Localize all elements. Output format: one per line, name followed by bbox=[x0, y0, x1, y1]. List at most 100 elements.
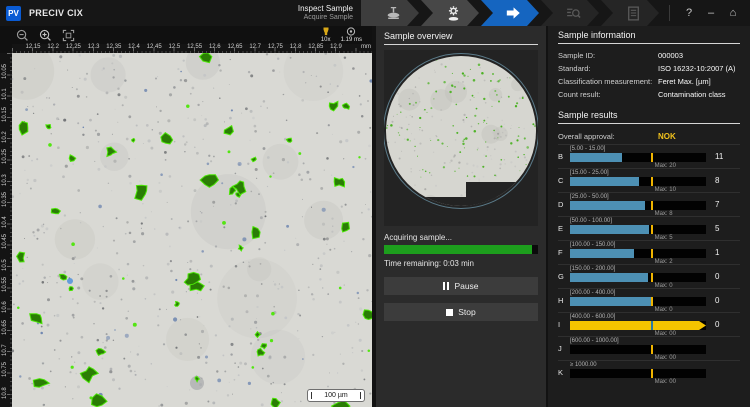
workflow-step-title: Inspect Sample bbox=[298, 4, 353, 13]
class-range-label: [400.00 - 600.00] bbox=[570, 314, 615, 320]
class-bar-zone: [600.00 - 1000.00]Max: 00 bbox=[570, 337, 706, 360]
class-count bbox=[706, 361, 740, 384]
acquisition-progress-fill bbox=[384, 245, 532, 254]
v-ruler-label: 10.1 bbox=[2, 89, 8, 101]
v-ruler-label: 10.6 bbox=[2, 302, 8, 314]
class-bar-track bbox=[570, 297, 706, 306]
class-letter: G bbox=[558, 265, 570, 288]
workflow-step-label: Inspect Sample Acquire Sample bbox=[298, 4, 353, 21]
pause-button[interactable]: Pause bbox=[384, 277, 538, 295]
info-row: Count result:Contamination class bbox=[558, 88, 740, 101]
class-bar-zone: [200.00 - 400.00]Max: 0 bbox=[570, 289, 706, 312]
h-ruler-label: 12.25 bbox=[66, 44, 81, 50]
h-ruler: mm 12.1512.212.2512.312.3512.412.4512.51… bbox=[12, 44, 372, 53]
info-label: Standard: bbox=[558, 64, 658, 73]
minimize-button[interactable]: – bbox=[702, 7, 720, 19]
app-logo: PV bbox=[6, 6, 21, 21]
class-bar-track bbox=[570, 177, 706, 186]
v-ruler-label: 10.65 bbox=[2, 320, 8, 335]
class-bar-track bbox=[570, 273, 706, 282]
h-ruler-label: 12.35 bbox=[106, 44, 121, 50]
title-bar: PV PRECIV CIX Inspect Sample Acquire Sam… bbox=[0, 0, 750, 26]
workflow-step-acquire[interactable] bbox=[481, 0, 539, 26]
limit-marker bbox=[651, 153, 653, 162]
objective-indicator: 10x bbox=[321, 27, 331, 43]
sample-overview-map[interactable] bbox=[384, 50, 538, 226]
workflow-step-settings[interactable] bbox=[421, 0, 479, 26]
class-row: H[200.00 - 400.00]Max: 00 bbox=[558, 288, 740, 312]
v-ruler-label: 10.2 bbox=[2, 131, 8, 143]
class-row: B[5.00 - 15.00]Max: 2011 bbox=[558, 144, 740, 168]
class-range-label: [5.00 - 15.00] bbox=[570, 146, 605, 152]
sample-info-rows: Sample ID:000003 Standard:ISO 16232-10:20… bbox=[558, 49, 740, 101]
class-bar-track bbox=[570, 249, 706, 258]
class-row: E[50.00 - 100.00]Max: 55 bbox=[558, 216, 740, 240]
class-rows: B[5.00 - 15.00]Max: 2011C[15.00 - 25.00]… bbox=[558, 144, 740, 384]
fit-to-view-button[interactable] bbox=[60, 28, 76, 43]
pause-icon bbox=[443, 282, 449, 290]
zoom-in-icon bbox=[39, 29, 52, 42]
class-letter: C bbox=[558, 169, 570, 192]
limit-marker bbox=[651, 201, 653, 210]
class-range-label: [200.00 - 400.00] bbox=[570, 290, 615, 296]
workflow-step-prepare[interactable] bbox=[361, 0, 419, 26]
class-range-label: ≥ 1000.00 bbox=[570, 362, 597, 368]
ruler-unit: mm bbox=[361, 44, 371, 50]
class-bar-zone: [15.00 - 25.00]Max: 10 bbox=[570, 169, 706, 192]
sample-results-title: Sample results bbox=[558, 110, 740, 124]
workflow-step-subtitle: Acquire Sample bbox=[298, 14, 353, 22]
v-ruler-label: 10.4 bbox=[2, 216, 8, 228]
class-count: 7 bbox=[706, 193, 740, 216]
info-label: Classification measurement: bbox=[558, 77, 658, 86]
h-ruler-label: 12.55 bbox=[187, 44, 202, 50]
class-bar-overflow-arrow bbox=[570, 321, 706, 330]
h-ruler-label: 12.9 bbox=[330, 44, 342, 50]
class-bar-zone: [400.00 - 600.00]Max: 00 bbox=[570, 313, 706, 336]
class-bar-track bbox=[570, 345, 706, 354]
class-range-label: [100.00 - 150.00] bbox=[570, 242, 615, 248]
class-letter: K bbox=[558, 361, 570, 384]
v-ruler-label: 10.05 bbox=[2, 64, 8, 79]
max-limit-label: Max: 00 bbox=[655, 379, 676, 385]
info-label: Count result: bbox=[558, 90, 658, 99]
help-button[interactable]: ? bbox=[680, 7, 698, 19]
exposure-value: 1.19 ms bbox=[341, 37, 362, 43]
micrograph-image[interactable]: 100 µm bbox=[12, 53, 372, 407]
stage-icon bbox=[385, 5, 402, 22]
home-button[interactable]: ⌂ bbox=[724, 7, 742, 19]
zoom-out-button[interactable] bbox=[14, 28, 30, 43]
v-ruler-label: 10.25 bbox=[2, 149, 8, 164]
class-letter: J bbox=[558, 337, 570, 360]
class-row: J[600.00 - 1000.00]Max: 00 bbox=[558, 336, 740, 360]
class-count: 0 bbox=[706, 313, 740, 336]
acquisition-progress-bar bbox=[384, 245, 538, 254]
info-value: Contamination class bbox=[658, 90, 726, 99]
stop-button[interactable]: Stop bbox=[384, 303, 538, 321]
exposure-icon bbox=[346, 27, 356, 36]
v-ruler-label: 10.15 bbox=[2, 107, 8, 122]
limit-marker bbox=[651, 369, 653, 378]
class-count bbox=[706, 337, 740, 360]
class-bar-fill bbox=[570, 201, 645, 210]
info-row: Sample ID:000003 bbox=[558, 49, 740, 62]
info-label: Sample ID: bbox=[558, 51, 658, 60]
report-icon bbox=[625, 5, 642, 22]
class-count: 1 bbox=[706, 241, 740, 264]
class-letter: B bbox=[558, 145, 570, 168]
class-letter: I bbox=[558, 313, 570, 336]
acquire-arrow-icon bbox=[504, 4, 522, 22]
class-row: C[15.00 - 25.00]Max: 108 bbox=[558, 168, 740, 192]
limit-marker bbox=[651, 345, 653, 354]
class-range-label: [25.00 - 50.00] bbox=[570, 194, 609, 200]
viewer-toolbar: 10x 1.19 ms bbox=[0, 26, 372, 44]
v-ruler: 10.0510.110.1510.210.2510.310.3510.410.4… bbox=[0, 53, 12, 407]
live-image-viewer: 10x 1.19 ms mm 12.1512.212.2512.312.3512… bbox=[0, 26, 372, 407]
class-letter: F bbox=[558, 241, 570, 264]
class-range-label: [50.00 - 100.00] bbox=[570, 218, 612, 224]
sample-overview-panel: Sample overview Acquiring sample... Time… bbox=[376, 26, 546, 407]
class-bar-fill bbox=[570, 225, 649, 234]
zoom-in-button[interactable] bbox=[37, 28, 53, 43]
class-bar-fill bbox=[570, 249, 634, 258]
info-value: Feret Max. [µm] bbox=[658, 77, 711, 86]
info-value: ISO 16232-10:2007 (A) bbox=[658, 64, 736, 73]
